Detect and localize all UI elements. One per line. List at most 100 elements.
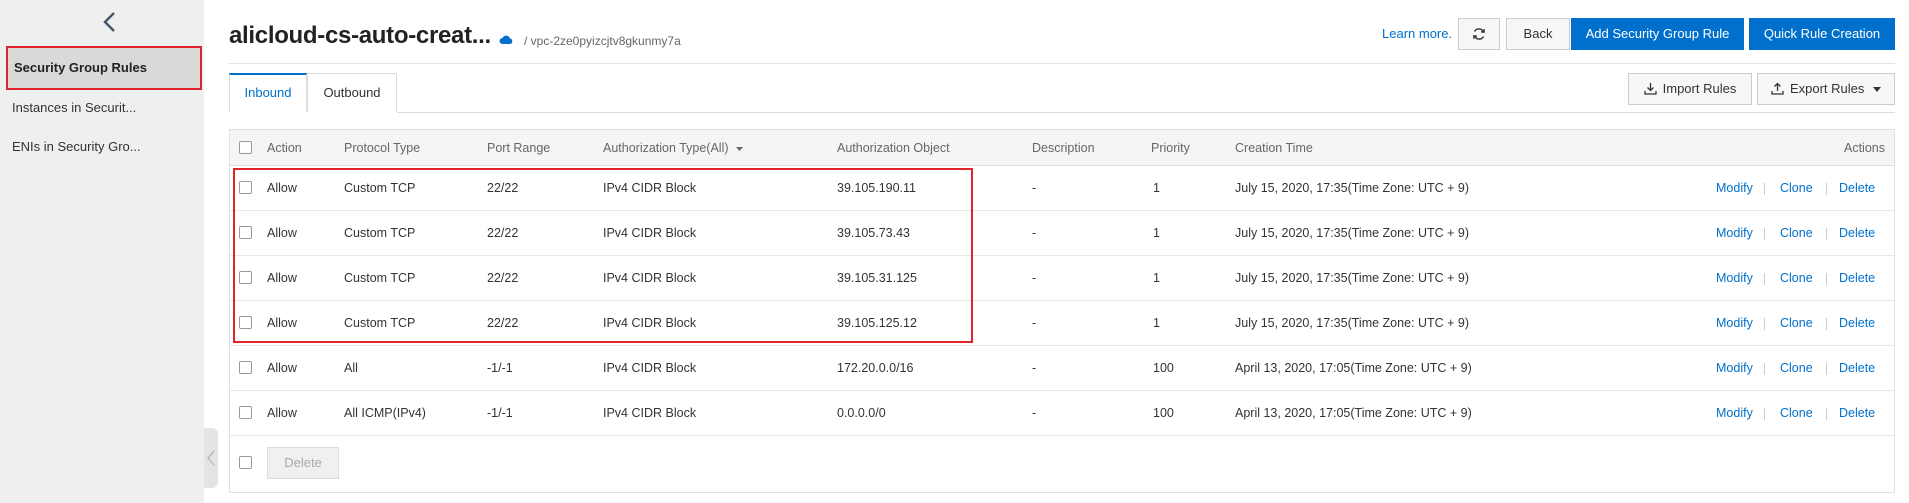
row-checkbox[interactable]	[239, 361, 252, 374]
cell-creation-time: July 15, 2020, 17:35(Time Zone: UTC + 9)	[1235, 271, 1470, 285]
cell-creation-time: April 13, 2020, 17:05(Time Zone: UTC + 9…	[1235, 406, 1472, 420]
table-row: Allow All ICMP(IPv4) -1/-1 IPv4 CIDR Blo…	[230, 391, 1894, 436]
cell-protocol: Custom TCP	[344, 271, 416, 285]
cell-auth-object: 172.20.0.0/16	[837, 361, 914, 375]
cell-description: -	[1032, 181, 1037, 195]
tab-outbound[interactable]: Outbound	[307, 73, 397, 112]
sidebar-item-instances[interactable]: Instances in Securit...	[6, 86, 202, 130]
col-port: Port Range	[487, 141, 551, 155]
table-row: Allow All -1/-1 IPv4 CIDR Block 172.20.0…	[230, 346, 1894, 391]
clone-link[interactable]: Clone	[1780, 256, 1813, 301]
sidebar-item-enis[interactable]: ENIs in Security Gro...	[6, 125, 202, 169]
clone-link[interactable]: Clone	[1780, 391, 1813, 436]
cell-action: Allow	[267, 316, 297, 330]
cell-protocol: Custom TCP	[344, 226, 416, 240]
row-checkbox[interactable]	[239, 271, 252, 284]
refresh-icon	[1473, 28, 1485, 40]
cell-port: 22/22	[487, 181, 519, 195]
cell-priority: 1	[1153, 181, 1160, 195]
col-protocol: Protocol Type	[344, 141, 421, 155]
clone-link[interactable]: Clone	[1780, 301, 1813, 346]
modify-link[interactable]: Modify	[1716, 391, 1753, 436]
tab-inbound[interactable]: Inbound	[229, 73, 307, 112]
modify-link[interactable]: Modify	[1716, 211, 1753, 256]
modify-link[interactable]: Modify	[1716, 256, 1753, 301]
clone-link[interactable]: Clone	[1780, 166, 1813, 211]
cell-auth-object: 39.105.125.12	[837, 316, 917, 330]
vpc-breadcrumb: / vpc-2ze0pyizcjtv8gkunmy7a	[524, 34, 681, 48]
chevron-left-icon	[207, 450, 215, 466]
clone-link[interactable]: Clone	[1780, 346, 1813, 391]
action-separator	[1826, 183, 1827, 195]
cell-auth-type: IPv4 CIDR Block	[603, 361, 697, 375]
import-rules-button[interactable]: Import Rules	[1628, 73, 1752, 105]
row-checkbox[interactable]	[239, 406, 252, 419]
delete-link[interactable]: Delete	[1839, 166, 1875, 211]
cell-action: Allow	[267, 406, 297, 420]
back-arrow-icon[interactable]	[100, 10, 120, 34]
row-checkbox[interactable]	[239, 226, 252, 239]
cell-action: Allow	[267, 181, 297, 195]
cell-protocol: All	[344, 361, 358, 375]
row-checkbox[interactable]	[239, 181, 252, 194]
table-footer: Delete	[230, 436, 1894, 492]
back-button[interactable]: Back	[1506, 18, 1570, 50]
select-all-checkbox[interactable]	[239, 141, 252, 154]
cell-auth-type: IPv4 CIDR Block	[603, 226, 697, 240]
cell-creation-time: July 15, 2020, 17:35(Time Zone: UTC + 9)	[1235, 181, 1470, 195]
cell-auth-object: 39.105.73.43	[837, 226, 910, 240]
sidebar-item-security-group-rules[interactable]: Security Group Rules	[6, 46, 202, 90]
delete-link[interactable]: Delete	[1839, 346, 1875, 391]
delete-link[interactable]: Delete	[1839, 211, 1875, 256]
cloud-sync-icon[interactable]	[499, 33, 513, 48]
delete-link[interactable]: Delete	[1839, 301, 1875, 346]
cell-description: -	[1032, 271, 1037, 285]
action-separator	[1764, 273, 1765, 285]
add-security-group-rule-button[interactable]: Add Security Group Rule	[1571, 18, 1744, 50]
cell-action: Allow	[267, 226, 297, 240]
tabs-divider	[397, 112, 1895, 113]
col-auth-type[interactable]: Authorization Type(All)	[603, 130, 744, 166]
cell-priority: 1	[1153, 271, 1160, 285]
import-rules-label: Import Rules	[1662, 81, 1737, 96]
action-separator	[1764, 228, 1765, 240]
footer-select-all-checkbox[interactable]	[239, 456, 252, 469]
cell-auth-type: IPv4 CIDR Block	[603, 181, 697, 195]
rules-table: Action Protocol Type Port Range Authoriz…	[229, 129, 1895, 493]
refresh-button[interactable]	[1458, 18, 1500, 50]
cell-auth-object: 39.105.31.125	[837, 271, 917, 285]
batch-delete-button[interactable]: Delete	[267, 447, 339, 479]
row-checkbox[interactable]	[239, 316, 252, 329]
modify-link[interactable]: Modify	[1716, 166, 1753, 211]
cell-auth-type: IPv4 CIDR Block	[603, 271, 697, 285]
table-row: Allow Custom TCP 22/22 IPv4 CIDR Block 3…	[230, 166, 1894, 211]
delete-link[interactable]: Delete	[1839, 256, 1875, 301]
action-separator	[1826, 318, 1827, 330]
cell-auth-object: 39.105.190.11	[837, 181, 917, 195]
action-separator	[1764, 183, 1765, 195]
caret-down-icon	[1873, 87, 1882, 93]
cell-port: 22/22	[487, 226, 519, 240]
sidebar-collapse-handle[interactable]	[204, 428, 218, 488]
cell-port: 22/22	[487, 316, 519, 330]
modify-link[interactable]: Modify	[1716, 346, 1753, 391]
cell-description: -	[1032, 316, 1037, 330]
cell-protocol: Custom TCP	[344, 181, 416, 195]
sidebar: Security Group Rules Instances in Securi…	[0, 0, 204, 503]
learn-more-link[interactable]: Learn more.	[1382, 26, 1452, 41]
modify-link[interactable]: Modify	[1716, 301, 1753, 346]
cell-port: -1/-1	[487, 406, 513, 420]
cell-creation-time: April 13, 2020, 17:05(Time Zone: UTC + 9…	[1235, 361, 1472, 375]
cell-port: 22/22	[487, 271, 519, 285]
table-header: Action Protocol Type Port Range Authoriz…	[230, 130, 1894, 166]
cell-description: -	[1032, 226, 1037, 240]
cell-auth-type: IPv4 CIDR Block	[603, 316, 697, 330]
cell-port: -1/-1	[487, 361, 513, 375]
table-row: Allow Custom TCP 22/22 IPv4 CIDR Block 3…	[230, 301, 1894, 346]
action-separator	[1764, 408, 1765, 420]
clone-link[interactable]: Clone	[1780, 211, 1813, 256]
cell-creation-time: July 15, 2020, 17:35(Time Zone: UTC + 9)	[1235, 226, 1470, 240]
quick-rule-creation-button[interactable]: Quick Rule Creation	[1749, 18, 1895, 50]
export-rules-button[interactable]: Export Rules	[1757, 73, 1895, 105]
delete-link[interactable]: Delete	[1839, 391, 1875, 436]
